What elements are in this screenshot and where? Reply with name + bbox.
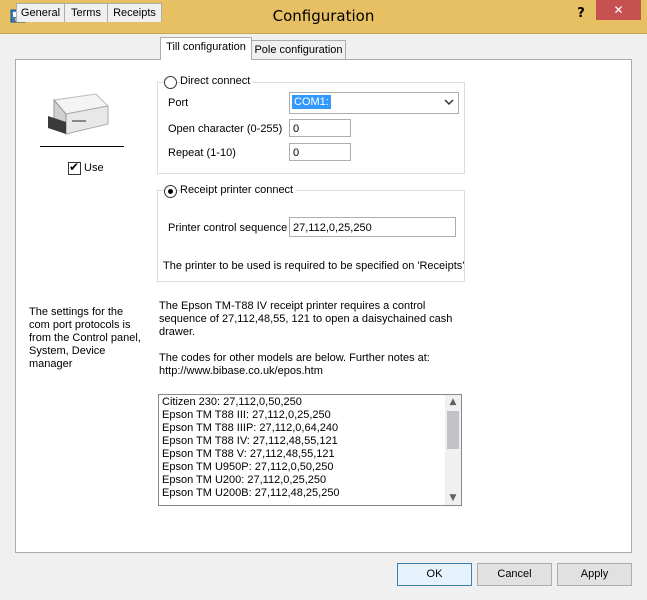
com-port-note: The settings for the com port protocols … <box>29 306 141 370</box>
checkmark-icon: ✔ <box>69 160 80 174</box>
close-button[interactable]: ✕ <box>596 0 641 20</box>
port-select[interactable]: COM1: <box>289 92 459 114</box>
codes-note: The codes for other models are below. Fu… <box>159 352 430 377</box>
direct-connect-label: Direct connect <box>180 75 254 87</box>
close-icon: ✕ <box>613 3 624 17</box>
epson-note: The Epson TM-T88 IV receipt printer requ… <box>159 300 453 338</box>
scroll-up-icon[interactable]: ▲ <box>445 395 461 409</box>
printer-codes-list[interactable]: Citizen 230: 27,112,0,50,250 Epson TM T88… <box>158 394 462 506</box>
receipt-printer-radio[interactable] <box>164 185 177 198</box>
open-character-label: Open character (0-255) <box>168 123 283 135</box>
repeat-input[interactable]: 0 <box>289 143 351 161</box>
printer-control-sequence-label: Printer control sequence <box>168 222 288 234</box>
direct-connect-radio[interactable] <box>164 76 177 89</box>
repeat-label: Repeat (1-10) <box>168 147 236 159</box>
port-value: COM1: <box>292 95 331 109</box>
use-checkbox[interactable]: ✔ <box>68 160 81 175</box>
cash-drawer-icon <box>48 93 110 136</box>
printer-control-sequence-input[interactable]: 27,112,0,25,250 <box>289 217 456 237</box>
list-item[interactable]: Epson TM U200B: 27,112,48,25,250 <box>159 487 461 500</box>
tab-till-configuration[interactable]: Till configuration <box>160 37 252 60</box>
ok-button[interactable]: OK <box>397 563 472 586</box>
list-item[interactable]: Epson TM U200: 27,112,0,25,250 <box>159 474 461 487</box>
list-item[interactable]: Citizen 230: 27,112,0,50,250 <box>159 396 461 409</box>
drawer-divider <box>40 146 124 147</box>
receipt-printer-label: Receipt printer connect <box>180 184 297 196</box>
chevron-down-icon <box>444 99 454 106</box>
list-item[interactable]: Epson TM U950P: 27,112,0,50,250 <box>159 461 461 474</box>
codes-list-scrollbar[interactable]: ▲ ▼ <box>445 395 461 505</box>
tab-pole-configuration[interactable]: Pole configuration <box>251 40 346 59</box>
receipt-printer-note: The printer to be used is required to be… <box>163 260 465 272</box>
scroll-down-icon[interactable]: ▼ <box>445 491 461 505</box>
list-item[interactable]: Epson TM T88 IV: 27,112,48,55,121 <box>159 435 461 448</box>
use-label: Use <box>84 162 104 174</box>
list-item[interactable]: Epson TM T88 V: 27,112,48,55,121 <box>159 448 461 461</box>
list-item[interactable]: Epson TM T88 IIIP: 27,112,0,64,240 <box>159 422 461 435</box>
scroll-thumb[interactable] <box>447 411 459 449</box>
port-label: Port <box>168 97 189 109</box>
open-character-input[interactable]: 0 <box>289 119 351 137</box>
tab-receipts[interactable]: Receipts <box>107 3 162 22</box>
apply-button[interactable]: Apply <box>557 563 632 586</box>
help-button[interactable]: ? <box>572 4 590 24</box>
cancel-button[interactable]: Cancel <box>477 563 552 586</box>
list-item[interactable]: Epson TM T88 III: 27,112,0,25,250 <box>159 409 461 422</box>
tab-general[interactable]: General <box>16 3 65 22</box>
radio-selected-icon <box>168 189 173 194</box>
tab-terms[interactable]: Terms <box>64 3 108 22</box>
